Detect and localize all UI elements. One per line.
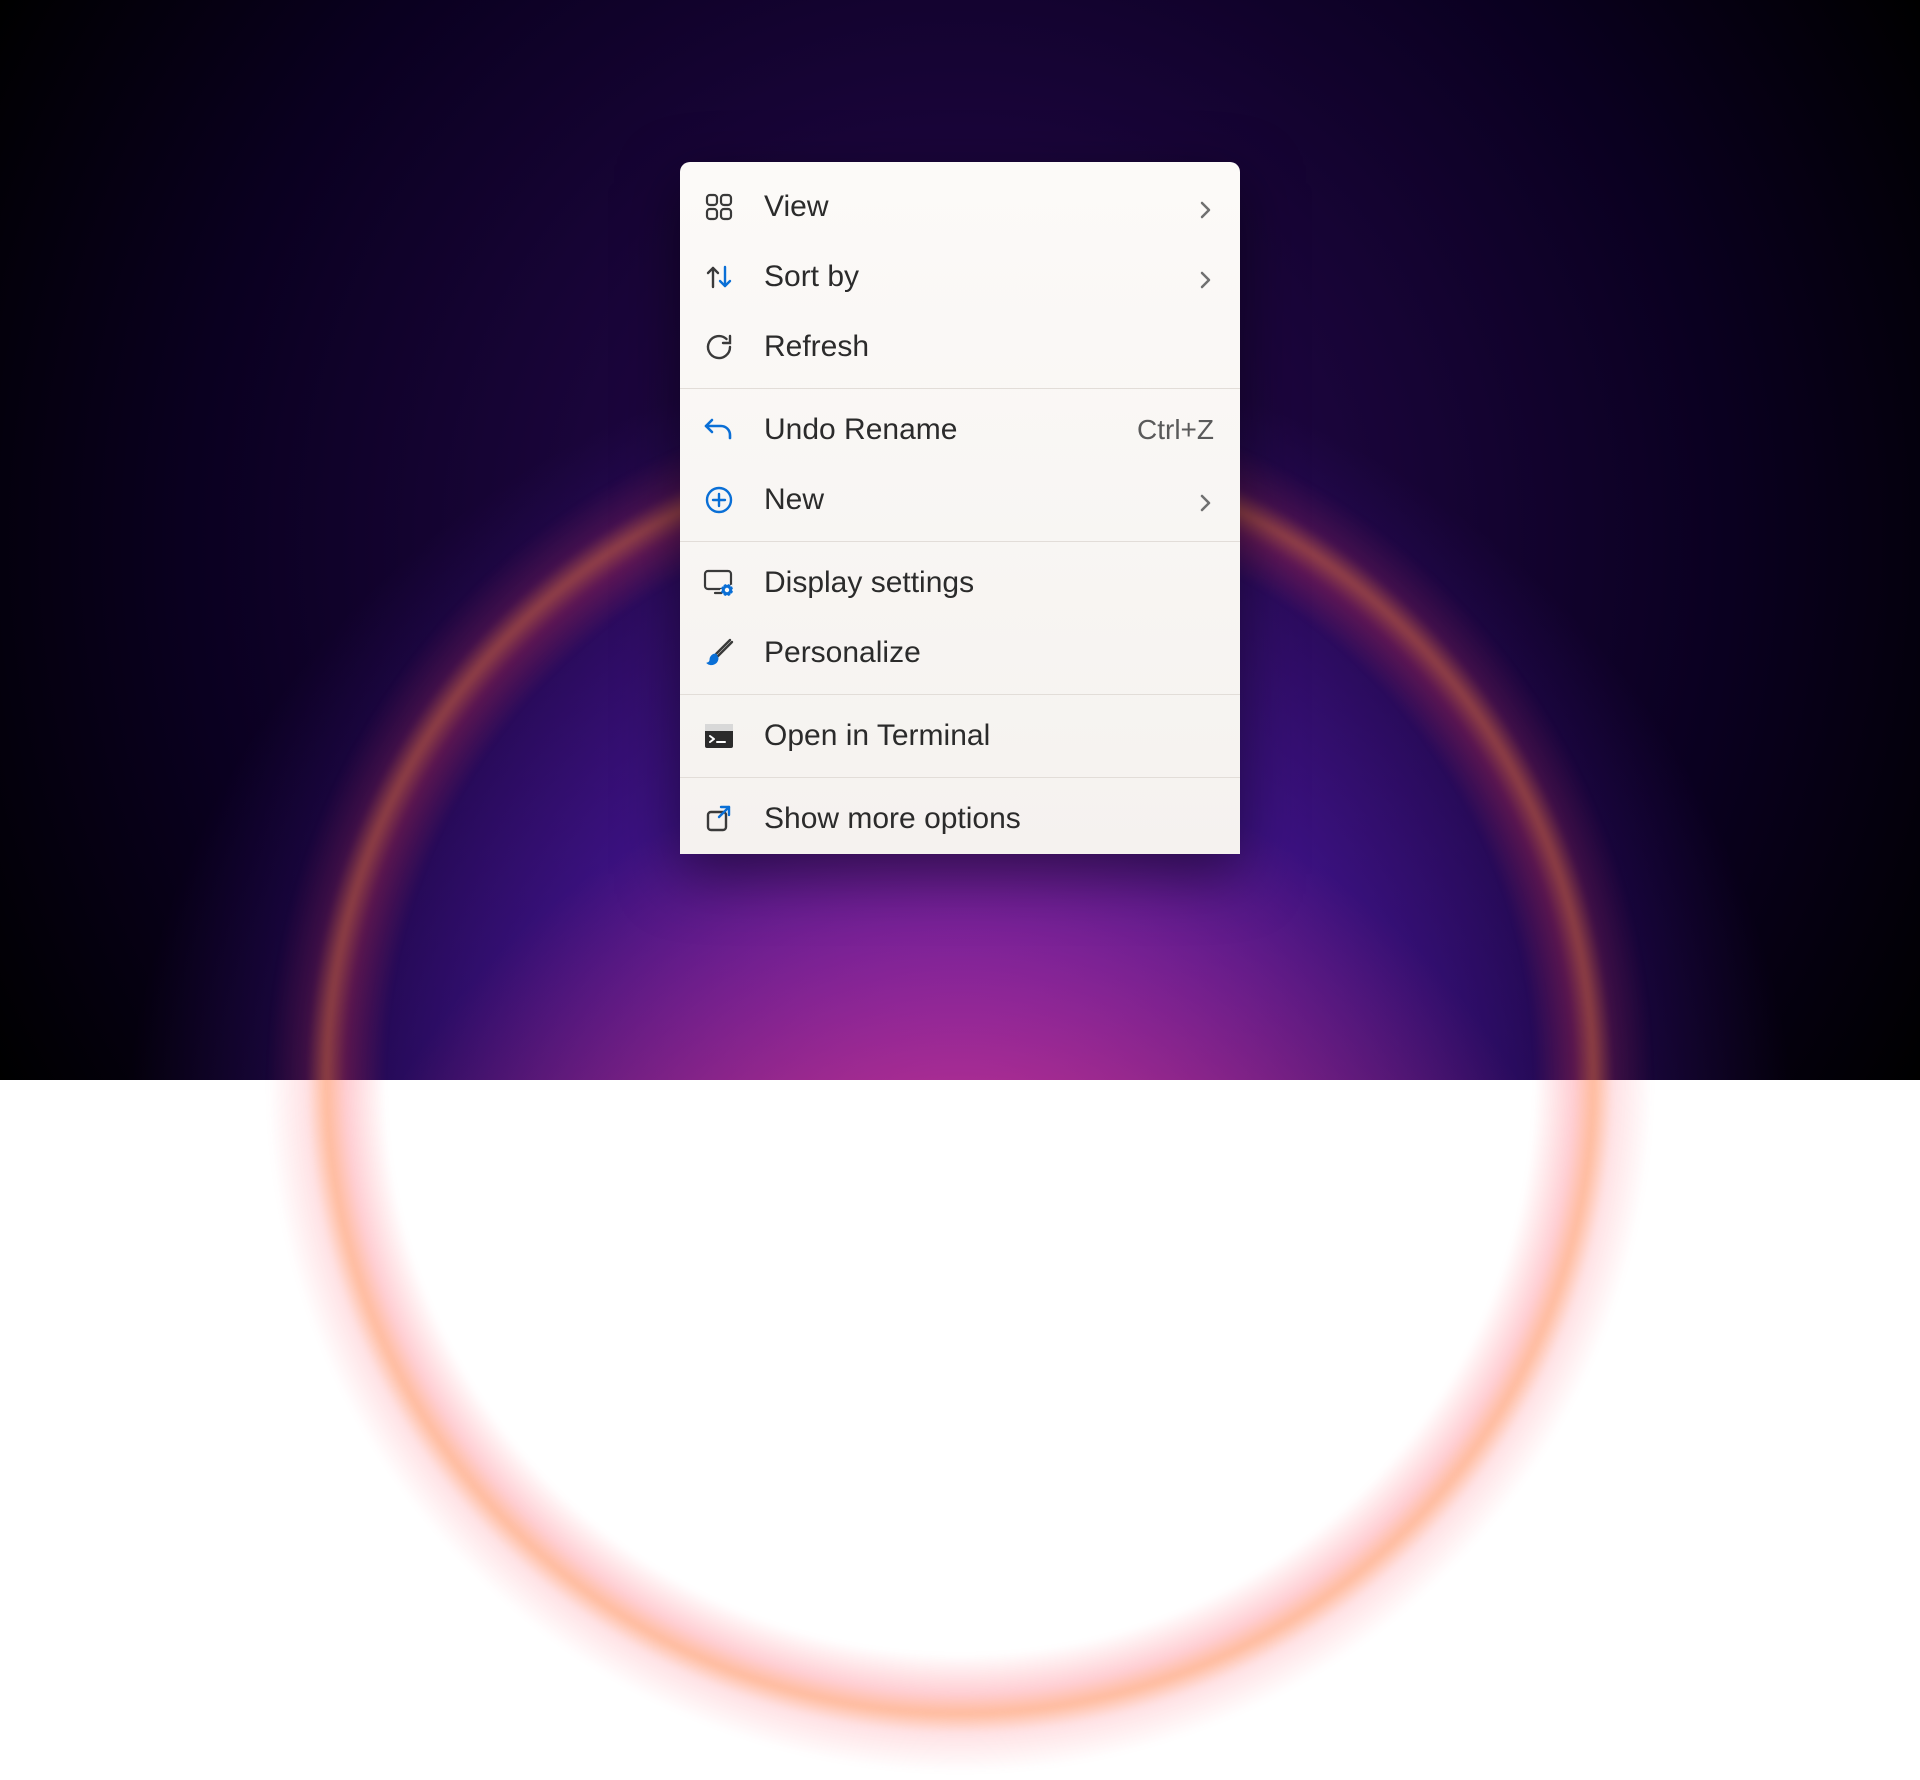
menu-item-display-settings[interactable]: Display settings [680,548,1240,618]
menu-divider [680,541,1240,542]
menu-divider [680,777,1240,778]
menu-item-label: Personalize [764,636,1214,670]
context-menu: View Sort by [680,162,1240,854]
menu-item-personalize[interactable]: Personalize [680,618,1240,688]
menu-item-label: Refresh [764,330,1214,364]
grid-icon [702,190,736,224]
menu-item-open-terminal[interactable]: Open in Terminal [680,701,1240,771]
plus-circle-icon [702,483,736,517]
menu-item-label: New [764,483,1170,517]
menu-item-undo-rename[interactable]: Undo Rename Ctrl+Z [680,395,1240,465]
menu-item-show-more-options[interactable]: Show more options [680,784,1240,854]
terminal-icon [702,719,736,753]
menu-item-sort-by[interactable]: Sort by [680,242,1240,312]
menu-item-label: Open in Terminal [764,719,1214,753]
chevron-right-icon [1198,269,1214,285]
chevron-right-icon [1198,492,1214,508]
expand-icon [702,802,736,836]
sort-icon [702,260,736,294]
chevron-right-icon [1198,199,1214,215]
viewport: View Sort by [232,132,1688,948]
menu-item-label: Undo Rename [764,413,1109,447]
menu-item-new[interactable]: New [680,465,1240,535]
menu-item-label: Show more options [764,802,1214,836]
menu-item-label: View [764,190,1170,224]
undo-icon [702,413,736,447]
menu-item-view[interactable]: View [680,172,1240,242]
paintbrush-icon [702,636,736,670]
menu-item-label: Sort by [764,260,1170,294]
refresh-icon [702,330,736,364]
menu-item-refresh[interactable]: Refresh [680,312,1240,382]
menu-divider [680,388,1240,389]
menu-item-shortcut: Ctrl+Z [1137,414,1214,446]
menu-item-label: Display settings [764,566,1214,600]
display-settings-icon [702,566,736,600]
menu-divider [680,694,1240,695]
